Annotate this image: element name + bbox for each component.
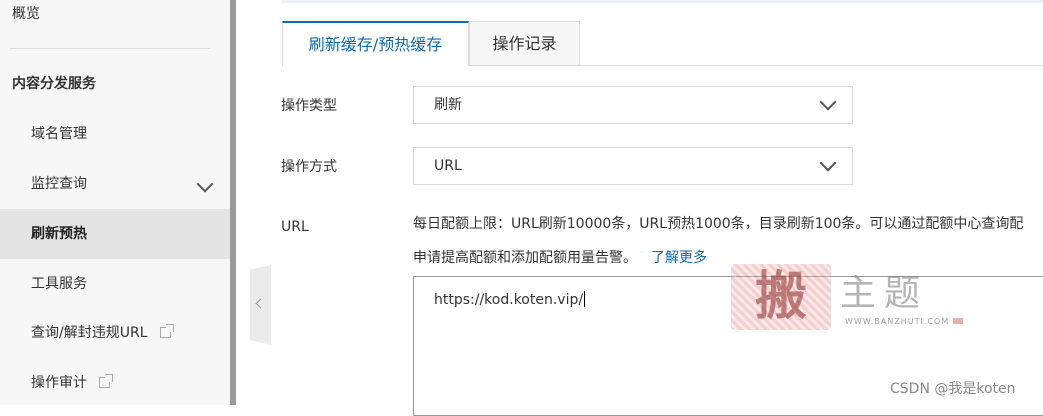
sidebar-item-label: 域名管理	[31, 126, 87, 142]
url-textarea-value: https://kod.koten.vip/	[434, 292, 584, 308]
top-banner-edge	[282, 0, 1043, 3]
tab-refresh-preload-cache[interactable]: 刷新缓存/预热缓存	[282, 21, 469, 66]
operation-mode-value: URL	[434, 158, 462, 174]
watermark-dot	[953, 318, 964, 324]
learn-more-link[interactable]: 了解更多	[651, 250, 707, 266]
quota-note-line1: 每日配额上限：URL刷新10000条，URL预热1000条，目录刷新100条。可…	[413, 216, 1024, 232]
sidebar-item-label: 刷新预热	[31, 226, 87, 242]
tab-bar-underline	[580, 65, 1043, 66]
sidebar-item-label: 操作审计	[31, 375, 87, 391]
sidebar-item-label: 查询/解封违规URL	[31, 325, 148, 341]
operation-mode-label: 操作方式	[281, 159, 337, 175]
sidebar-divider	[10, 48, 210, 49]
watermark-stamp: 搬	[731, 264, 831, 330]
sidebar: 概览 内容分发服务 域名管理 监控查询 刷新预热 工具服务 查询/解封违规URL…	[0, 0, 230, 405]
external-link-icon	[159, 324, 174, 338]
external-link-icon	[99, 374, 114, 388]
sidebar-item-label: 工具服务	[31, 276, 87, 292]
sidebar-item-tool-service[interactable]: 工具服务	[0, 274, 230, 294]
operation-type-select[interactable]: 刷新	[413, 86, 853, 124]
operation-mode-select[interactable]: URL	[413, 147, 853, 185]
quota-note-text: 申请提高配额和添加配额用量告警。	[413, 250, 637, 266]
sidebar-item-violation-url[interactable]: 查询/解封违规URL	[0, 323, 230, 343]
sidebar-item-domain-management[interactable]: 域名管理	[0, 124, 230, 144]
watermark-url-text: WWW.BANZHUTI.COM	[845, 317, 950, 326]
watermark-url: WWW.BANZHUTI.COM	[845, 317, 964, 326]
text-caret	[584, 291, 586, 307]
sidebar-item-label: 监控查询	[31, 176, 87, 192]
sidebar-item-refresh-preload[interactable]: 刷新预热	[0, 209, 230, 259]
chevron-down-icon[interactable]	[196, 175, 214, 193]
chevron-down-icon	[819, 154, 837, 172]
sidebar-item-operation-audit[interactable]: 操作审计	[0, 373, 230, 393]
sidebar-item-overview[interactable]: 概览	[0, 4, 230, 24]
sidebar-scrollbar[interactable]	[230, 0, 236, 405]
operation-type-label: 操作类型	[281, 98, 337, 114]
watermark-text: 主题	[840, 273, 929, 314]
url-label: URL	[281, 219, 309, 235]
sidebar-item-monitoring[interactable]: 监控查询	[0, 174, 230, 194]
tab-operation-records[interactable]: 操作记录	[469, 21, 580, 66]
operation-type-value: 刷新	[434, 97, 462, 113]
sidebar-section-title: 内容分发服务	[12, 76, 96, 92]
chevron-down-icon	[819, 93, 837, 111]
quota-note-line2: 申请提高配额和添加配额用量告警。 了解更多	[413, 248, 707, 268]
chevron-left-icon	[255, 298, 266, 309]
sidebar-item-label: 概览	[12, 6, 40, 22]
csdn-watermark: CSDN @我是koten	[890, 381, 1016, 397]
sidebar-collapse-handle[interactable]	[250, 265, 271, 345]
